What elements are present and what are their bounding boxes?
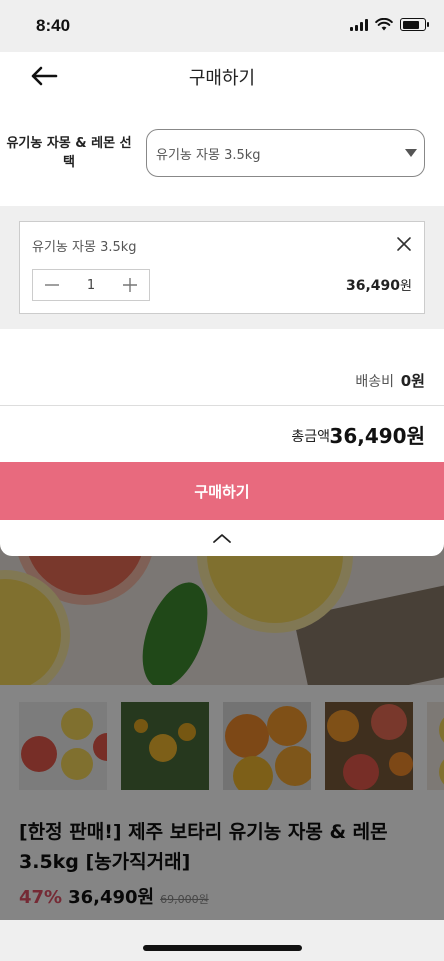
thumbnail-1[interactable] xyxy=(19,702,107,790)
discount-rate: 47% xyxy=(19,887,63,908)
header: 구매하기 xyxy=(0,52,444,100)
thumbnail-4[interactable] xyxy=(325,702,413,790)
product-thumbnails xyxy=(19,702,444,790)
home-bar-area xyxy=(0,920,444,961)
total-label: 총금액 xyxy=(291,429,330,445)
status-time: 8:40 xyxy=(36,16,71,35)
quantity-value[interactable]: 1 xyxy=(71,278,111,293)
battery-icon xyxy=(400,18,429,31)
thumbnail-3[interactable] xyxy=(223,702,311,790)
option-label: 유기농 자몽 & 레몬 선택 xyxy=(6,136,132,170)
home-indicator[interactable] xyxy=(143,945,302,951)
plus-icon xyxy=(123,278,137,292)
shipping-value: 0원 xyxy=(400,372,425,390)
selected-item-name: 유기농 자몽 3.5kg xyxy=(32,240,137,255)
sale-price: 36,490원 xyxy=(68,887,155,908)
selected-items-area: 유기농 자몽 3.5kg 1 36,490원 xyxy=(0,206,444,329)
product-title: [한정 판매!] 제주 보타리 유기농 자몽 & 레몬 3.5kg [농가직거래… xyxy=(19,821,388,873)
shipping-row: 배송비 0원 xyxy=(0,329,444,406)
buy-button[interactable]: 구매하기 xyxy=(0,462,444,520)
page-title: 구매하기 xyxy=(188,68,256,89)
item-price-unit: 원 xyxy=(400,279,412,294)
selected-item-card: 유기농 자몽 3.5kg 1 36,490원 xyxy=(19,221,425,314)
item-price-amount: 36,490 xyxy=(346,278,401,294)
thumbnail-2[interactable] xyxy=(121,702,209,790)
increase-quantity-button[interactable] xyxy=(111,270,149,300)
total-row: 총금액 36,490원 xyxy=(0,406,444,462)
shipping-label: 배송비 xyxy=(355,374,394,390)
chevron-up-icon xyxy=(213,534,231,543)
close-icon xyxy=(397,237,411,251)
product-hero-image xyxy=(0,540,444,685)
wifi-icon xyxy=(375,18,393,31)
option-select[interactable]: 유기농 자몽 3.5kg xyxy=(146,129,425,177)
collapse-sheet-button[interactable] xyxy=(0,520,444,556)
minus-icon xyxy=(45,284,59,286)
product-page-background: [한정 판매!] 제주 보타리 유기농 자몽 & 레몬 3.5kg [농가직거래… xyxy=(0,540,444,961)
caret-down-icon xyxy=(405,149,417,157)
thumbnail-5[interactable] xyxy=(427,702,444,790)
decrease-quantity-button[interactable] xyxy=(33,270,71,300)
status-bar: 8:40 xyxy=(0,0,444,52)
item-price: 36,490원 xyxy=(346,275,412,294)
option-select-value: 유기농 자몽 3.5kg xyxy=(156,148,261,163)
status-icons xyxy=(350,18,429,31)
option-row: 유기농 자몽 & 레몬 선택 유기농 자몽 3.5kg xyxy=(0,100,444,206)
product-price-line: 47% 36,490원 69,000원 xyxy=(19,883,209,909)
remove-item-button[interactable] xyxy=(394,234,414,254)
quantity-stepper: 1 xyxy=(32,269,150,301)
total-value: 36,490원 xyxy=(329,424,425,448)
original-price: 69,000원 xyxy=(160,893,209,906)
cellular-signal-icon xyxy=(350,18,368,31)
